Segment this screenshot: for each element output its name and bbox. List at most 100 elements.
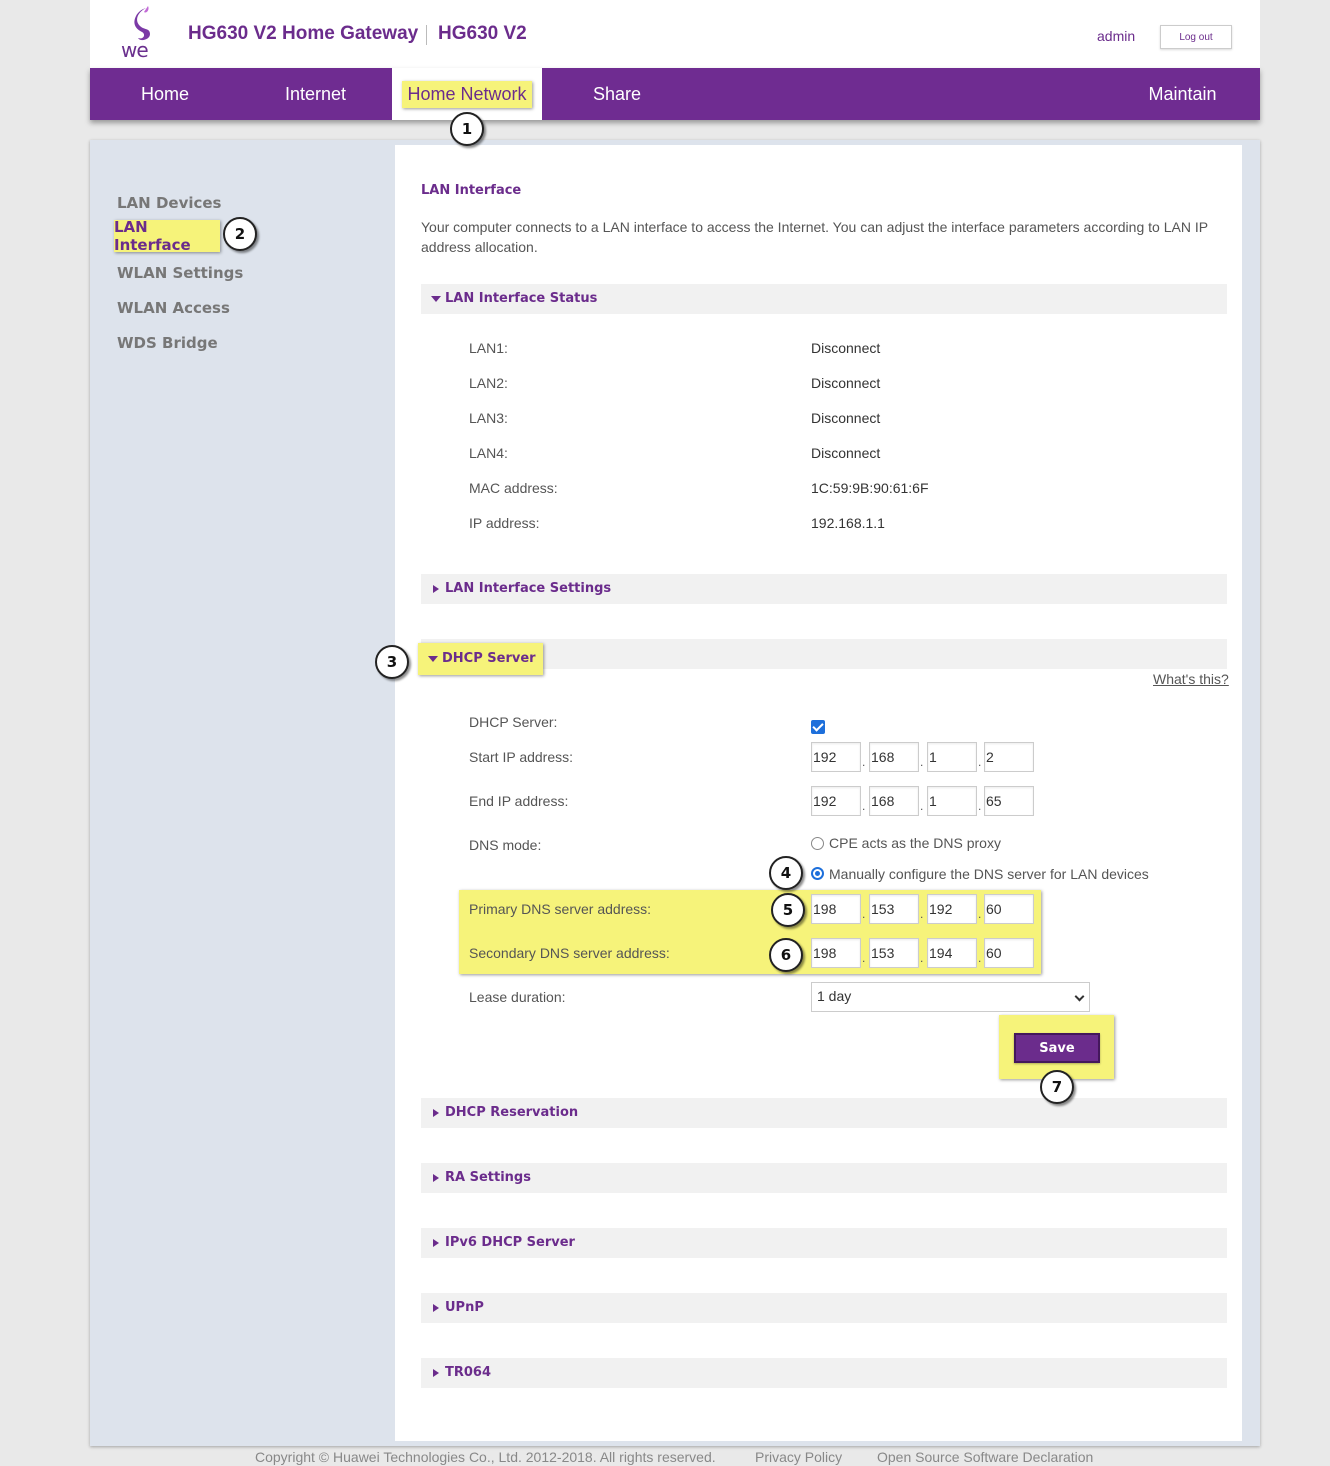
gateway-title: HG630 V2 Home Gateway	[188, 23, 419, 44]
dns-manual-radio[interactable]	[811, 867, 824, 880]
caret-down-icon	[428, 655, 438, 662]
end-ip-octet-4[interactable]	[984, 786, 1034, 816]
primary-dns-octet-3[interactable]	[927, 894, 977, 924]
ip-dot: .	[920, 907, 924, 921]
copyright-text: Copyright © Huawei Technologies Co., Ltd…	[255, 1449, 716, 1465]
caret-right-icon	[433, 1173, 439, 1182]
dhcp-server-label: DHCP Server:	[469, 714, 558, 730]
ip-dot: .	[978, 799, 982, 813]
header: we HG630 V2 Home Gateway HG630 V2 admin …	[90, 0, 1260, 68]
annotation-badge: 3	[375, 645, 409, 679]
nav-internet[interactable]: Internet	[240, 68, 391, 120]
logout-button[interactable]: Log out	[1160, 25, 1232, 49]
dns-manual-label[interactable]: Manually configure the DNS server for LA…	[829, 866, 1149, 882]
dns-proxy-label[interactable]: CPE acts as the DNS proxy	[829, 835, 1001, 851]
section-label: DHCP Reservation	[445, 1105, 579, 1120]
status-label: IP address:	[469, 515, 540, 531]
dns-mode-label: DNS mode:	[469, 837, 542, 853]
annotation-badge: 4	[769, 856, 803, 890]
nav-home[interactable]: Home	[90, 68, 240, 120]
ip-dot: .	[862, 799, 866, 813]
ip-dot: .	[978, 907, 982, 921]
section-label: RA Settings	[445, 1170, 531, 1185]
ip-dot: .	[920, 951, 924, 965]
section-ra-settings[interactable]: RA Settings	[421, 1163, 1227, 1193]
ip-dot: .	[862, 951, 866, 965]
secondary-dns-octet-4[interactable]	[984, 938, 1034, 968]
sidebar-item-lan-interface[interactable]: LAN Interface	[114, 218, 220, 254]
end-ip-octet-2[interactable]	[869, 786, 919, 816]
sidebar-item-wds-bridge[interactable]: WDS Bridge	[117, 334, 218, 352]
status-value: 192.168.1.1	[811, 515, 885, 531]
section-dhcp-reservation[interactable]: DHCP Reservation	[421, 1098, 1227, 1128]
section-label: UPnP	[445, 1300, 484, 1315]
start-ip-label: Start IP address:	[469, 749, 574, 765]
save-button[interactable]: Save	[1014, 1033, 1100, 1063]
ip-dot: .	[920, 799, 924, 813]
nav-share[interactable]: Share	[542, 68, 692, 120]
lease-duration-select[interactable]: 1 day	[811, 982, 1090, 1012]
we-logo: we	[118, 4, 162, 62]
ip-dot: .	[862, 755, 866, 769]
section-lan-interface-status[interactable]: LAN Interface Status	[421, 284, 1227, 314]
page-description: Your computer connects to a LAN interfac…	[421, 219, 1208, 255]
section-label: LAN Interface Settings	[445, 581, 612, 596]
privacy-policy-link[interactable]: Privacy Policy	[755, 1449, 842, 1465]
status-value: Disconnect	[811, 410, 881, 426]
sidebar-item-lan-devices[interactable]: LAN Devices	[117, 194, 221, 212]
caret-down-icon	[431, 295, 441, 302]
primary-dns-octet-2[interactable]	[869, 894, 919, 924]
end-ip-octet-1[interactable]	[811, 786, 861, 816]
annotation-badge: 2	[223, 217, 257, 251]
nav-maintain[interactable]: Maintain	[1120, 68, 1245, 120]
annotation-badge: 7	[1040, 1070, 1074, 1104]
annotation-badge: 5	[771, 893, 805, 927]
section-lan-interface-settings[interactable]: LAN Interface Settings	[421, 574, 1227, 604]
section-label: DHCP Server	[442, 651, 536, 666]
whats-this-link[interactable]: What's this?	[1153, 671, 1229, 687]
sidebar-item-wlan-settings[interactable]: WLAN Settings	[117, 264, 243, 282]
secondary-dns-octet-3[interactable]	[927, 938, 977, 968]
lease-duration-label: Lease duration:	[469, 989, 566, 1005]
status-value: 1C:59:9B:90:61:6F	[811, 480, 929, 496]
primary-dns-label: Primary DNS server address:	[469, 901, 652, 917]
section-dhcp-server[interactable]: DHCP Server	[418, 643, 543, 675]
section-tr064[interactable]: TR064	[421, 1358, 1227, 1388]
ip-dot: .	[862, 907, 866, 921]
primary-dns-octet-4[interactable]	[984, 894, 1034, 924]
annotation-badge: 6	[769, 938, 803, 972]
status-value: Disconnect	[811, 340, 881, 356]
status-value: Disconnect	[811, 445, 881, 461]
caret-right-icon	[433, 1238, 439, 1247]
logo-text: we	[121, 38, 149, 62]
status-label: LAN4:	[469, 445, 508, 461]
open-source-link[interactable]: Open Source Software Declaration	[877, 1449, 1093, 1465]
sidebar-item-wlan-access[interactable]: WLAN Access	[117, 299, 230, 317]
chevron-down-icon	[1074, 991, 1085, 1002]
section-label: LAN Interface Status	[445, 291, 598, 306]
model-title: HG630 V2	[438, 23, 527, 44]
dhcp-server-checkbox[interactable]	[811, 720, 825, 734]
primary-dns-octet-1[interactable]	[811, 894, 861, 924]
start-ip-octet-4[interactable]	[984, 742, 1034, 772]
section-ipv6-dhcp-server[interactable]: IPv6 DHCP Server	[421, 1228, 1227, 1258]
lease-duration-value: 1 day	[817, 988, 852, 1004]
ip-dot: .	[978, 755, 982, 769]
section-upnp[interactable]: UPnP	[421, 1293, 1227, 1323]
status-value: Disconnect	[811, 375, 881, 391]
user-name[interactable]: admin	[1097, 28, 1135, 44]
section-label: TR064	[445, 1365, 492, 1380]
caret-right-icon	[433, 1303, 439, 1312]
end-ip-octet-3[interactable]	[927, 786, 977, 816]
secondary-dns-octet-1[interactable]	[811, 938, 861, 968]
secondary-dns-octet-2[interactable]	[869, 938, 919, 968]
caret-right-icon	[433, 1368, 439, 1377]
dns-proxy-radio[interactable]	[811, 837, 824, 850]
title-divider	[426, 25, 427, 45]
status-label: LAN3:	[469, 410, 508, 426]
start-ip-octet-2[interactable]	[869, 742, 919, 772]
status-label: MAC address:	[469, 480, 558, 496]
ip-dot: .	[920, 755, 924, 769]
start-ip-octet-1[interactable]	[811, 742, 861, 772]
start-ip-octet-3[interactable]	[927, 742, 977, 772]
